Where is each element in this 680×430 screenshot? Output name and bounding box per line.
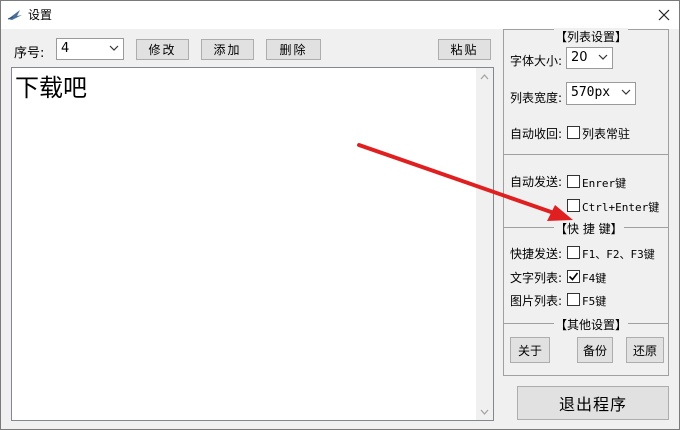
chevron-up-icon — [480, 73, 489, 79]
delete-button[interactable]: 删除 — [266, 39, 321, 60]
scroll-down-button[interactable] — [476, 403, 493, 420]
hotkeys-title: 【快 捷 键】 — [554, 220, 624, 237]
seq-select[interactable]: 4 — [56, 38, 124, 60]
editor-text: 下载吧 — [15, 74, 87, 102]
vertical-scrollbar[interactable] — [476, 68, 493, 420]
image-list-label: 图片列表: — [510, 294, 563, 308]
chevron-down-icon — [598, 54, 608, 60]
chevron-down-icon — [109, 45, 119, 51]
content-editor[interactable]: 下载吧 — [11, 67, 494, 421]
close-button[interactable] — [649, 1, 679, 29]
pin-list-checkbox[interactable] — [567, 126, 580, 139]
f1-f3-label: F1、F2、F3键 — [582, 248, 655, 261]
chevron-down-icon — [480, 409, 489, 415]
quick-send-label: 快捷发送: — [510, 247, 563, 261]
check-icon — [568, 272, 579, 281]
about-button[interactable]: 关于 — [510, 337, 550, 363]
title-bar[interactable]: 设置 — [1, 1, 679, 29]
seq-value: 4 — [61, 41, 70, 56]
f4-checkbox[interactable] — [567, 270, 580, 283]
scroll-up-button[interactable] — [476, 68, 493, 85]
add-button[interactable]: 添加 — [201, 39, 254, 60]
enter-key-label: Enrer键 — [582, 177, 627, 190]
list-settings-title: 【列表设置】 — [554, 28, 629, 45]
chevron-down-icon — [621, 89, 631, 95]
settings-window: 设置 序号: 4 修改 添加 删除 粘贴 下载吧 【列表设置】 字体大小: 20 — [0, 0, 680, 430]
ctrl-enter-label: Ctrl+Enter键 — [582, 201, 660, 214]
exit-program-button[interactable]: 退出程序 — [517, 386, 669, 420]
auto-send-label: 自动发送: — [510, 175, 563, 189]
paste-button[interactable]: 粘贴 — [438, 39, 491, 60]
seq-label: 序号: — [14, 46, 45, 61]
app-feather-icon — [7, 10, 22, 20]
edit-button[interactable]: 修改 — [136, 39, 189, 60]
list-width-select[interactable]: 570px — [566, 82, 636, 105]
font-size-value: 20 — [571, 50, 588, 65]
f5-checkbox[interactable] — [567, 293, 580, 306]
font-size-select[interactable]: 20 — [566, 47, 613, 69]
window-title: 设置 — [28, 8, 53, 22]
enter-key-checkbox[interactable] — [567, 175, 580, 188]
f4-label: F4键 — [582, 272, 607, 285]
other-settings-title: 【其他设置】 — [554, 316, 629, 333]
backup-button[interactable]: 备份 — [577, 337, 613, 363]
pin-list-label: 列表常驻 — [582, 127, 631, 141]
close-icon — [658, 9, 670, 21]
f5-label: F5键 — [582, 295, 607, 308]
font-size-label: 字体大小: — [510, 54, 563, 68]
restore-button[interactable]: 还原 — [626, 337, 664, 363]
text-list-label: 文字列表: — [510, 271, 563, 285]
divider — [504, 154, 668, 155]
ctrl-enter-checkbox[interactable] — [567, 199, 580, 212]
auto-collapse-label: 自动收回: — [510, 127, 563, 141]
list-width-label: 列表宽度: — [510, 91, 563, 105]
list-width-value: 570px — [571, 85, 611, 100]
f1-f3-checkbox[interactable] — [567, 246, 580, 259]
